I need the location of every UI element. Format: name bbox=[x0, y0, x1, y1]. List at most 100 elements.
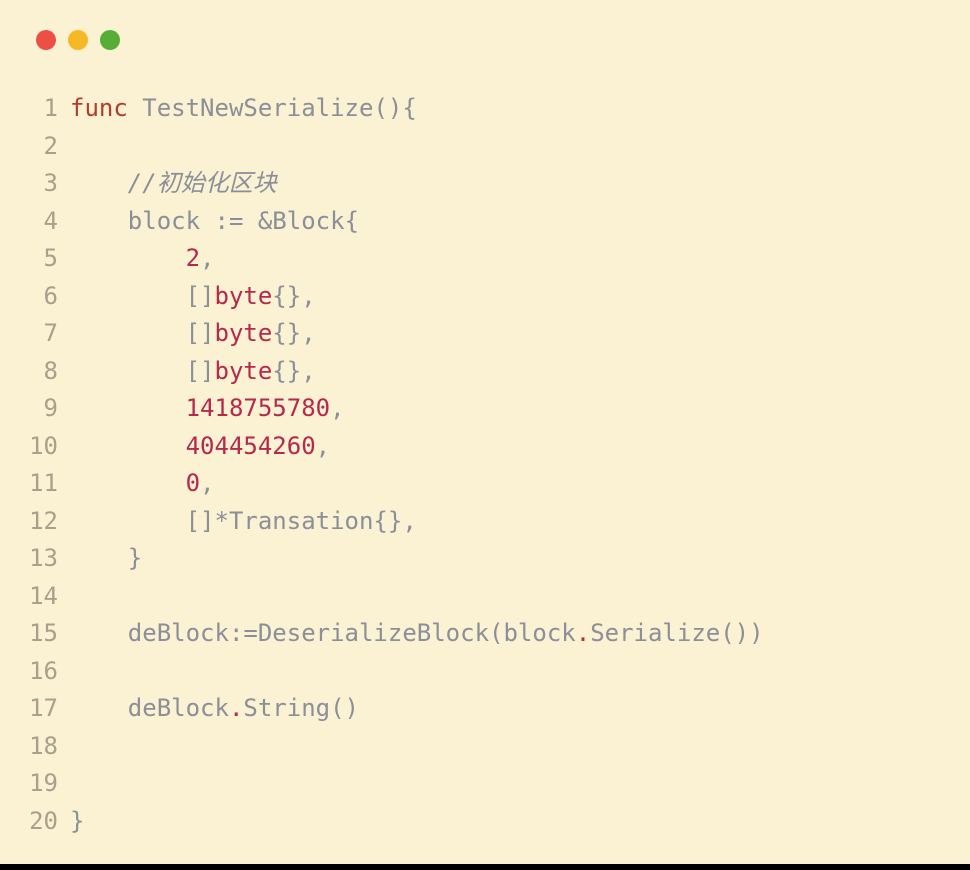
code-content[interactable]: func TestNewSerialize(){ bbox=[70, 90, 970, 128]
token-plain: } bbox=[70, 807, 84, 835]
code-line[interactable]: 14 bbox=[0, 578, 970, 616]
token-plain: [] bbox=[70, 357, 215, 385]
token-plain: {}, bbox=[272, 319, 315, 347]
token-kw: func bbox=[70, 94, 128, 122]
code-content[interactable]: block := &Block{ bbox=[70, 203, 970, 241]
token-fn: TestNewSerialize bbox=[142, 94, 373, 122]
code-content[interactable]: deBlock:=DeserializeBlock(block.Serializ… bbox=[70, 615, 970, 653]
minimize-icon[interactable] bbox=[68, 30, 88, 50]
line-number: 3 bbox=[0, 165, 70, 203]
token-typ: byte bbox=[215, 282, 273, 310]
token-plain: , bbox=[330, 394, 344, 422]
code-line[interactable]: 15 deBlock:=DeserializeBlock(block.Seria… bbox=[0, 615, 970, 653]
token-plain: , bbox=[316, 432, 330, 460]
close-icon[interactable] bbox=[36, 30, 56, 50]
token-comment: //初始化区块 bbox=[128, 169, 277, 197]
code-content[interactable]: []byte{}, bbox=[70, 315, 970, 353]
line-number: 7 bbox=[0, 315, 70, 353]
line-number: 15 bbox=[0, 615, 70, 653]
token-plain: [] bbox=[70, 319, 215, 347]
line-number: 6 bbox=[0, 278, 70, 316]
token-typ: byte bbox=[215, 319, 273, 347]
line-number: 8 bbox=[0, 353, 70, 391]
line-number: 20 bbox=[0, 803, 70, 841]
code-line[interactable]: 12 []*Transation{}, bbox=[0, 503, 970, 541]
token-plain bbox=[70, 169, 128, 197]
code-content[interactable]: } bbox=[70, 540, 970, 578]
token-plain bbox=[70, 244, 186, 272]
code-content[interactable] bbox=[70, 578, 970, 616]
code-content[interactable]: []byte{}, bbox=[70, 278, 970, 316]
code-line[interactable]: 1func TestNewSerialize(){ bbox=[0, 90, 970, 128]
line-number: 12 bbox=[0, 503, 70, 541]
token-plain: deBlock:=DeserializeBlock(block bbox=[70, 619, 576, 647]
token-plain: String() bbox=[243, 694, 359, 722]
code-editor[interactable]: 1func TestNewSerialize(){23 //初始化区块4 blo… bbox=[0, 50, 970, 840]
code-line[interactable]: 13 } bbox=[0, 540, 970, 578]
line-number: 17 bbox=[0, 690, 70, 728]
code-line[interactable]: 5 2, bbox=[0, 240, 970, 278]
code-line[interactable]: 19 bbox=[0, 765, 970, 803]
token-plain: deBlock bbox=[70, 694, 229, 722]
token-plain: {}, bbox=[272, 282, 315, 310]
code-line[interactable]: 11 0, bbox=[0, 465, 970, 503]
code-line[interactable]: 6 []byte{}, bbox=[0, 278, 970, 316]
code-content[interactable]: []byte{}, bbox=[70, 353, 970, 391]
token-typ: byte bbox=[215, 357, 273, 385]
code-line[interactable]: 2 bbox=[0, 128, 970, 166]
code-content[interactable]: 0, bbox=[70, 465, 970, 503]
code-line[interactable]: 20} bbox=[0, 803, 970, 841]
token-plain bbox=[128, 94, 142, 122]
code-content[interactable]: 404454260, bbox=[70, 428, 970, 466]
line-number: 2 bbox=[0, 128, 70, 166]
token-dot-op: . bbox=[229, 694, 243, 722]
code-line[interactable]: 18 bbox=[0, 728, 970, 766]
token-plain bbox=[70, 432, 186, 460]
code-line[interactable]: 4 block := &Block{ bbox=[0, 203, 970, 241]
token-num: 404454260 bbox=[186, 432, 316, 460]
code-content[interactable]: } bbox=[70, 803, 970, 841]
token-num: 1418755780 bbox=[186, 394, 331, 422]
line-number: 18 bbox=[0, 728, 70, 766]
token-plain: , bbox=[200, 469, 214, 497]
code-content[interactable]: 1418755780, bbox=[70, 390, 970, 428]
line-number: 1 bbox=[0, 90, 70, 128]
code-line[interactable]: 17 deBlock.String() bbox=[0, 690, 970, 728]
code-line[interactable]: 3 //初始化区块 bbox=[0, 165, 970, 203]
line-number: 5 bbox=[0, 240, 70, 278]
token-num: 2 bbox=[186, 244, 200, 272]
code-line[interactable]: 7 []byte{}, bbox=[0, 315, 970, 353]
code-line[interactable]: 10 404454260, bbox=[0, 428, 970, 466]
token-num: 0 bbox=[186, 469, 200, 497]
line-number: 10 bbox=[0, 428, 70, 466]
token-plain bbox=[70, 469, 186, 497]
code-content[interactable]: []*Transation{}, bbox=[70, 503, 970, 541]
token-dot-op: . bbox=[576, 619, 590, 647]
token-plain: , bbox=[200, 244, 214, 272]
code-content[interactable]: 2, bbox=[70, 240, 970, 278]
code-line[interactable]: 9 1418755780, bbox=[0, 390, 970, 428]
token-plain: {}, bbox=[272, 357, 315, 385]
line-number: 11 bbox=[0, 465, 70, 503]
code-content[interactable] bbox=[70, 765, 970, 803]
line-number: 19 bbox=[0, 765, 70, 803]
line-number: 4 bbox=[0, 203, 70, 241]
code-content[interactable] bbox=[70, 653, 970, 691]
token-plain: } bbox=[70, 544, 142, 572]
code-content[interactable]: //初始化区块 bbox=[70, 165, 970, 203]
line-number: 14 bbox=[0, 578, 70, 616]
token-plain: []*Transation{}, bbox=[70, 507, 417, 535]
code-line[interactable]: 16 bbox=[0, 653, 970, 691]
code-content[interactable] bbox=[70, 128, 970, 166]
maximize-icon[interactable] bbox=[100, 30, 120, 50]
code-content[interactable] bbox=[70, 728, 970, 766]
line-number: 16 bbox=[0, 653, 70, 691]
line-number: 13 bbox=[0, 540, 70, 578]
token-plain: block := &Block{ bbox=[70, 207, 359, 235]
token-plain: [] bbox=[70, 282, 215, 310]
token-plain bbox=[70, 394, 186, 422]
line-number: 9 bbox=[0, 390, 70, 428]
window-traffic-lights bbox=[0, 0, 970, 50]
code-line[interactable]: 8 []byte{}, bbox=[0, 353, 970, 391]
code-content[interactable]: deBlock.String() bbox=[70, 690, 970, 728]
